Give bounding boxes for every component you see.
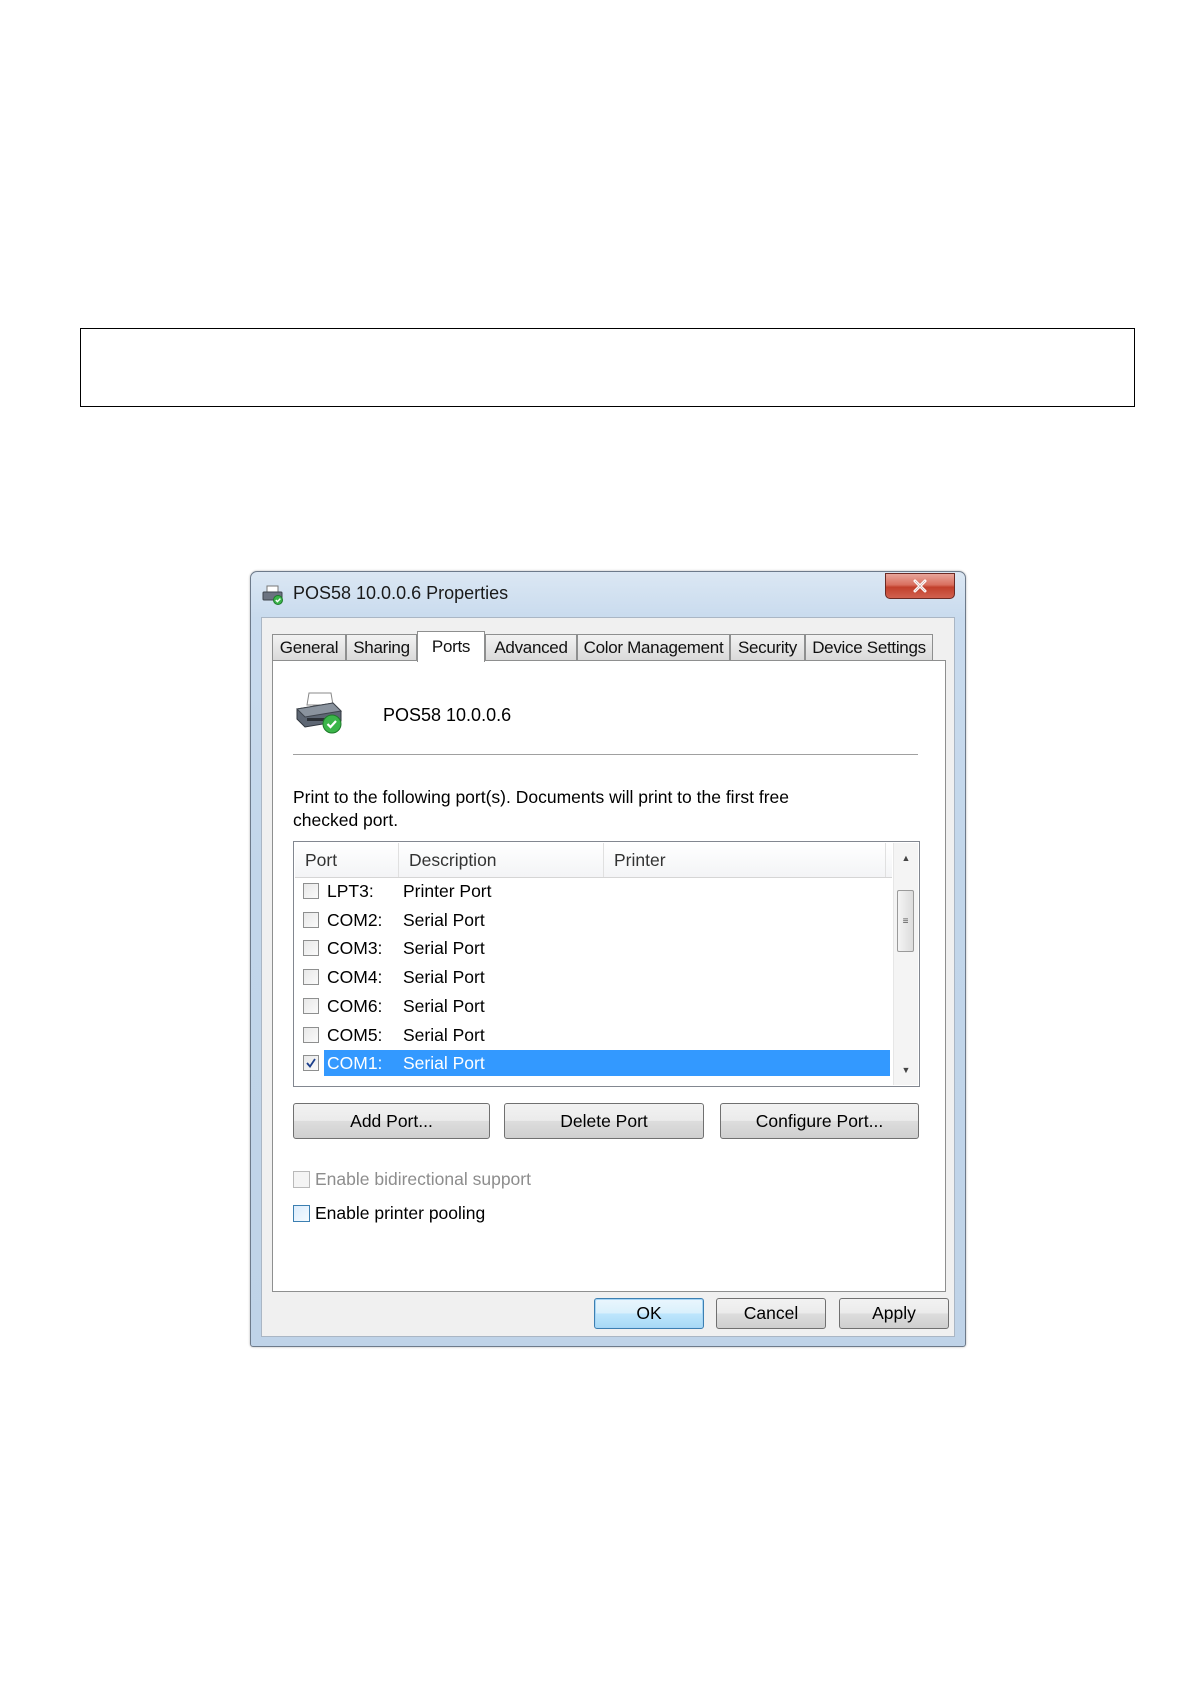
ok-button[interactable]: OK [594, 1298, 704, 1329]
printer-title-icon [262, 585, 283, 605]
port-checkbox[interactable] [303, 997, 319, 1014]
port-checkbox[interactable] [303, 969, 319, 986]
close-button[interactable] [885, 573, 955, 599]
ports-tab-page: POS58 10.0.0.6 Print to the following po… [272, 660, 946, 1292]
scroll-up-arrow-icon[interactable]: ▲ [894, 843, 918, 873]
table-row[interactable]: LPT3: Printer Port [295, 878, 892, 906]
tab-sharing[interactable]: Sharing [346, 634, 417, 661]
port-description: Serial Port [403, 938, 485, 959]
tab-color-management[interactable]: Color Management [577, 634, 730, 661]
dialog-title: POS58 10.0.0.6 Properties [293, 583, 509, 603]
scroll-thumb[interactable]: ≡ [897, 890, 914, 952]
ports-list[interactable]: Port Description Printer LPT3: Printer Po… [293, 841, 920, 1087]
printer-name: POS58 10.0.0.6 [383, 705, 512, 725]
port-name: COM3: [327, 938, 383, 959]
table-row[interactable]: COM6: Serial Port [295, 993, 892, 1021]
empty-text-frame [80, 328, 1135, 407]
table-row[interactable]: COM5: Serial Port [295, 1022, 892, 1050]
port-checkbox[interactable] [303, 1055, 319, 1072]
add-port-button[interactable]: Add Port... [293, 1103, 490, 1139]
table-row[interactable]: COM4: Serial Port [295, 964, 892, 992]
table-row[interactable]: COM3: Serial Port [295, 935, 892, 963]
add-port-label: Add Port... [350, 1110, 433, 1131]
column-printer[interactable]: Printer [604, 843, 886, 877]
port-description: Serial Port [403, 1053, 485, 1074]
port-description: Printer Port [403, 881, 492, 901]
port-name: LPT3: [327, 881, 374, 901]
apply-button[interactable]: Apply [839, 1298, 949, 1329]
configure-port-button[interactable]: Configure Port... [720, 1103, 919, 1139]
pooling-checkbox[interactable] [293, 1205, 310, 1222]
column-description[interactable]: Description [399, 843, 604, 877]
scroll-down-arrow-icon[interactable]: ▼ [894, 1055, 918, 1085]
port-checkbox[interactable] [303, 911, 319, 928]
tab-ports[interactable]: Ports [417, 631, 485, 662]
table-row[interactable]: COM2: Serial Port [295, 907, 892, 935]
table-row[interactable]: COM1: Serial Port [295, 1050, 892, 1078]
close-icon [913, 579, 927, 593]
properties-dialog: POS58 10.0.0.6 Properties General Sharin… [250, 571, 966, 1347]
tab-security[interactable]: Security [730, 634, 805, 661]
tab-general[interactable]: General [272, 634, 346, 661]
port-checkbox[interactable] [303, 1026, 319, 1043]
cancel-label: Cancel [743, 1303, 799, 1323]
bidirectional-checkbox [293, 1171, 310, 1188]
ports-description: Print to the following port(s). Document… [293, 787, 790, 830]
delete-port-button[interactable]: Delete Port [504, 1103, 704, 1139]
separator [293, 754, 918, 756]
checkmark-icon [306, 1058, 316, 1069]
port-name: COM4: [327, 967, 383, 988]
tab-strip: General Sharing Ports Advanced Color Man… [272, 631, 942, 662]
dialog-client-area: General Sharing Ports Advanced Color Man… [261, 617, 955, 1337]
pooling-label: Enable printer pooling [315, 1203, 486, 1223]
ports-list-scrollbar[interactable]: ▲ ≡ ▼ [893, 843, 918, 1085]
bidirectional-option: Enable bidirectional support [293, 1169, 531, 1190]
printer-icon [295, 692, 343, 734]
tab-advanced[interactable]: Advanced [485, 634, 577, 661]
ok-label: OK [636, 1303, 662, 1323]
port-description: Serial Port [403, 967, 485, 988]
tab-device-settings[interactable]: Device Settings [805, 634, 933, 661]
port-name: COM2: [327, 909, 383, 930]
port-description: Serial Port [403, 909, 485, 930]
cancel-button[interactable]: Cancel [716, 1298, 826, 1329]
ports-list-header: Port Description Printer [295, 843, 892, 878]
port-description: Serial Port [403, 1024, 485, 1045]
delete-port-label: Delete Port [560, 1110, 648, 1131]
port-name: COM6: [327, 995, 383, 1016]
port-checkbox[interactable] [303, 940, 319, 957]
pooling-option[interactable]: Enable printer pooling [293, 1203, 485, 1224]
port-name: COM5: [327, 1024, 383, 1045]
port-checkbox[interactable] [303, 883, 319, 899]
apply-label: Apply [872, 1303, 916, 1323]
port-name: COM1: [327, 1053, 383, 1074]
configure-port-label: Configure Port... [755, 1110, 884, 1131]
bidirectional-label: Enable bidirectional support [315, 1169, 531, 1189]
port-description: Serial Port [403, 995, 485, 1016]
column-port[interactable]: Port [295, 843, 399, 877]
